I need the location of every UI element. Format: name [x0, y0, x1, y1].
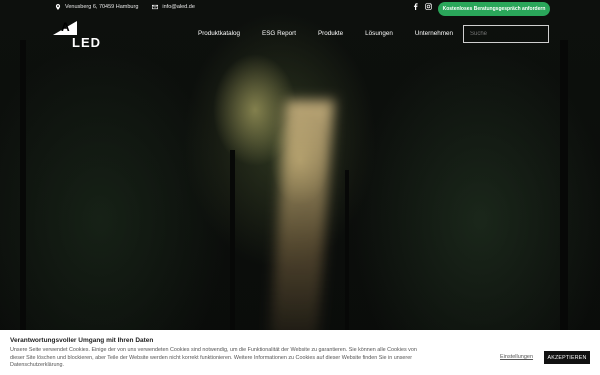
cookie-text: Unsere Seite verwendet Cookies. Einige d…: [10, 347, 417, 369]
logo-text: LED: [72, 35, 101, 50]
social-links: [412, 3, 432, 12]
light-beam: [269, 100, 335, 340]
instagram-icon[interactable]: [425, 3, 432, 12]
tree-trunk: [20, 40, 26, 340]
cookie-settings-link[interactable]: Einstellungen: [500, 354, 533, 360]
email-link[interactable]: info@aled.de: [162, 4, 195, 10]
search-input[interactable]: [463, 25, 549, 43]
address-item: Venusberg 6, 70459 Hamburg: [55, 4, 138, 10]
nav-item-esg-report[interactable]: ESG Report: [262, 30, 296, 37]
tree-trunk: [230, 150, 235, 340]
main-navigation: Produktkatalog ESG Report Produkte Lösun…: [198, 30, 453, 37]
consultation-request-button[interactable]: Kostenloses Beratungsgespräch anfordern: [438, 2, 550, 16]
email-item[interactable]: info@aled.de: [152, 4, 195, 10]
cookie-title: Verantwortungsvoller Umgang mit Ihren Da…: [10, 337, 154, 344]
tree-trunk: [345, 170, 349, 340]
nav-item-loesungen[interactable]: Lösungen: [365, 30, 393, 37]
cookie-banner: Verantwortungsvoller Umgang mit Ihren Da…: [0, 330, 600, 375]
location-pin-icon: [55, 4, 61, 10]
aled-logo[interactable]: A LED: [53, 18, 113, 52]
address-text: Venusberg 6, 70459 Hamburg: [65, 4, 139, 10]
nav-item-produkte[interactable]: Produkte: [318, 30, 343, 37]
nav-item-produktkatalog[interactable]: Produktkatalog: [198, 30, 240, 37]
accept-cookies-button[interactable]: AKZEPTIEREN: [544, 351, 590, 364]
tree-trunk: [560, 40, 568, 340]
logo-letter: A: [61, 20, 70, 34]
site-header: Venusberg 6, 70459 Hamburg info@aled.de …: [0, 0, 600, 58]
nav-item-unternehmen[interactable]: Unternehmen: [415, 30, 453, 37]
facebook-icon[interactable]: [412, 3, 419, 12]
top-info-bar: Venusberg 6, 70459 Hamburg info@aled.de: [55, 4, 195, 10]
mail-icon: [152, 4, 159, 10]
